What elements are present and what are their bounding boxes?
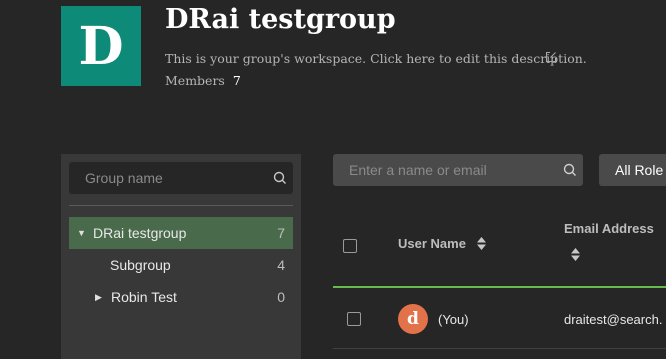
avatar: d (398, 304, 428, 334)
table-row-divider (333, 348, 666, 349)
group-description[interactable]: This is your group's workspace. Click he… (165, 51, 587, 66)
group-logo: D (61, 6, 141, 86)
tree-item-drai-testgroup[interactable]: ▼ DRai testgroup 7 (69, 217, 293, 249)
tree-item-subgroup[interactable]: Subgroup 4 (69, 249, 293, 281)
members-info: Members 7 (165, 73, 241, 88)
select-all-checkbox[interactable] (343, 239, 357, 253)
role-filter-select[interactable]: All Role (599, 154, 666, 186)
caret-down-icon[interactable]: ▼ (77, 228, 86, 238)
tree-item-label: DRai testgroup (93, 225, 187, 241)
email-cell: draitest@search. (564, 312, 663, 327)
search-icon[interactable] (563, 163, 577, 177)
tree-item-label: Subgroup (110, 257, 171, 273)
user-search-input[interactable] (349, 154, 549, 186)
row-checkbox[interactable] (347, 312, 361, 326)
tree-item-count: 0 (277, 289, 285, 305)
sidebar-divider (69, 205, 293, 206)
tree-item-count: 4 (277, 257, 285, 273)
caret-right-icon[interactable]: ▶ (95, 292, 102, 303)
sort-icon[interactable] (571, 248, 580, 261)
tree-item-count: 7 (277, 225, 285, 241)
group-search-input[interactable] (85, 162, 265, 194)
page-title: DRai testgroup (165, 4, 396, 35)
sort-icon[interactable] (477, 237, 486, 250)
user-search-box (333, 154, 583, 186)
search-icon[interactable] (273, 171, 287, 185)
edit-icon[interactable] (545, 51, 557, 63)
group-sidebar: ▼ DRai testgroup 7 Subgroup 4 ▶ Robin Te… (61, 154, 301, 359)
tree-item-robin-test[interactable]: ▶ Robin Test 0 (69, 281, 293, 313)
user-name-cell[interactable]: (You) (438, 312, 469, 327)
table-header-divider (333, 286, 666, 288)
members-count: 7 (232, 73, 241, 88)
members-label: Members (165, 73, 225, 88)
group-search-box (69, 162, 293, 194)
column-header-email[interactable]: Email Address (564, 221, 654, 236)
tree-item-label: Robin Test (111, 289, 177, 305)
column-header-user-name[interactable]: User Name (398, 236, 466, 251)
